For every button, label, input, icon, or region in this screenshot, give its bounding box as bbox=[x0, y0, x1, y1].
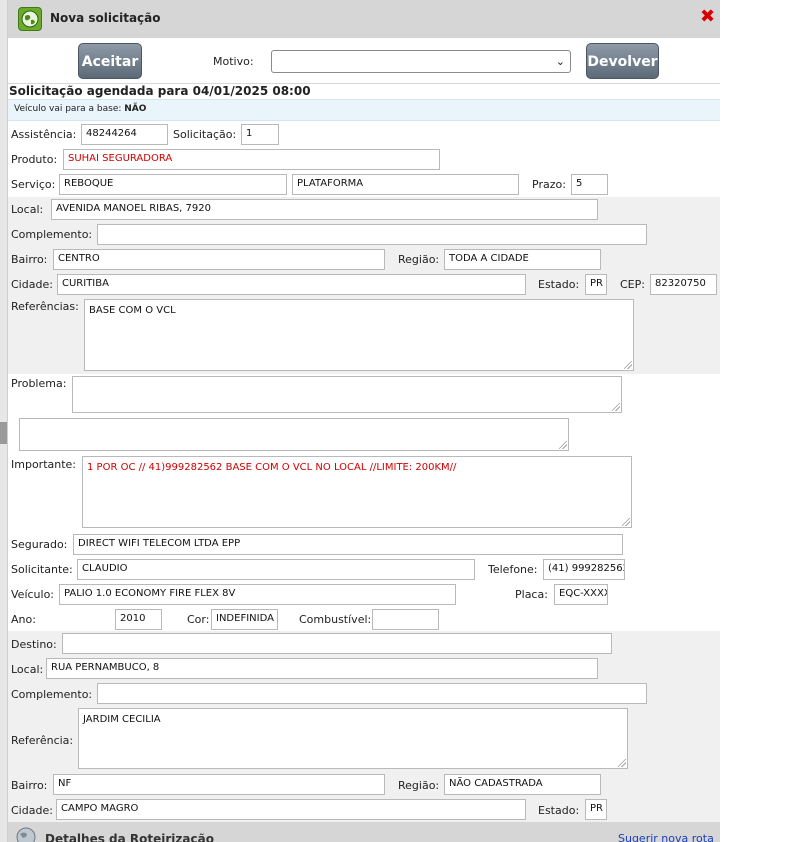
cep-label: CEP: bbox=[620, 278, 645, 291]
servico-label: Serviço: bbox=[11, 178, 56, 191]
cep-field[interactable]: 82320750 bbox=[650, 274, 717, 295]
destino-cidade-label: Cidade: bbox=[11, 804, 53, 817]
telefone-label: Telefone: bbox=[488, 563, 538, 576]
placa-label: Placa: bbox=[515, 588, 548, 601]
destino-estado-label: Estado: bbox=[538, 804, 580, 817]
accept-button[interactable]: Aceitar bbox=[78, 43, 142, 79]
globe-icon bbox=[18, 7, 42, 31]
destino-local-label: Local: bbox=[11, 663, 44, 676]
combustivel-label: Combustível: bbox=[299, 613, 372, 626]
problema-detail-textarea[interactable] bbox=[19, 418, 569, 451]
problema-textarea[interactable] bbox=[72, 376, 622, 413]
referencias-text: BASE COM O VCL bbox=[89, 305, 176, 316]
destino-cidade-field[interactable]: CAMPO MAGRO bbox=[56, 799, 526, 820]
routing-details-title: Detalhes da Roteirização bbox=[45, 832, 214, 842]
motivo-select[interactable]: ⌄ bbox=[271, 50, 571, 73]
close-icon[interactable]: ✖ bbox=[700, 8, 715, 26]
motivo-label: Motivo: bbox=[213, 55, 254, 68]
cidade-label: Cidade: bbox=[11, 278, 53, 291]
solicitacao-label: Solicitação: bbox=[173, 128, 237, 141]
solicitante-label: Solicitante: bbox=[11, 563, 73, 576]
problema-label: Problema: bbox=[11, 377, 67, 390]
local-field[interactable]: AVENIDA MANOEL RIBAS, 7920 bbox=[51, 199, 598, 220]
resize-grip-icon[interactable] bbox=[622, 518, 630, 526]
destino-complemento-label: Complemento: bbox=[11, 688, 93, 701]
prazo-field[interactable]: 5 bbox=[571, 174, 608, 195]
complemento-label: Complemento: bbox=[11, 228, 93, 241]
assistencia-field[interactable]: 48244264 bbox=[81, 124, 168, 145]
veiculo-label: Veículo: bbox=[11, 588, 55, 601]
destino-local-field[interactable]: RUA PERNAMBUCO, 8 bbox=[46, 658, 598, 679]
cor-label: Cor: bbox=[187, 613, 210, 626]
referencias-label: Referências: bbox=[11, 300, 79, 313]
destino-referencia-textarea[interactable]: JARDIM CECILIA bbox=[78, 708, 628, 769]
window-title-bar: Nova solicitação ✖ bbox=[8, 0, 720, 38]
schedule-notice: Solicitação agendada para 04/01/2025 08:… bbox=[8, 84, 720, 99]
estado-field[interactable]: PR bbox=[585, 274, 607, 295]
resize-grip-icon[interactable] bbox=[618, 759, 626, 767]
placa-field[interactable]: EQC-XXXX bbox=[554, 584, 608, 605]
destino-regiao-field[interactable]: NÃO CADASTRADA bbox=[444, 774, 601, 795]
importante-text: 1 POR OC // 41)999282562 BASE COM O VCL … bbox=[87, 462, 457, 473]
base-notice: Veículo vai para a base: NÃO bbox=[8, 99, 720, 121]
veiculo-field[interactable]: PALIO 1.0 ECONOMY FIRE FLEX 8V bbox=[59, 584, 456, 605]
produto-field[interactable]: SUHAI SEGURADORA bbox=[63, 149, 440, 170]
destino-estado-field[interactable]: PR bbox=[585, 799, 607, 820]
combustivel-field[interactable] bbox=[372, 609, 439, 630]
resize-grip-icon[interactable] bbox=[612, 403, 620, 411]
base-value: NÃO bbox=[124, 104, 147, 114]
destino-bairro-field[interactable]: NF bbox=[53, 774, 385, 795]
base-label: Veículo vai para a base: bbox=[14, 104, 122, 114]
routing-details-header: Detalhes da Roteirização Sugerir nova ro… bbox=[8, 822, 720, 842]
cor-field[interactable]: INDEFINIDA bbox=[211, 609, 278, 630]
destino-referencia-text: JARDIM CECILIA bbox=[83, 714, 161, 725]
destino-label: Destino: bbox=[11, 638, 57, 651]
complemento-field[interactable] bbox=[97, 224, 647, 245]
local-label: Local: bbox=[11, 203, 44, 216]
resize-grip-icon[interactable] bbox=[559, 441, 567, 449]
estado-label: Estado: bbox=[538, 278, 580, 291]
return-button[interactable]: Devolver bbox=[586, 43, 659, 79]
solicitacao-field[interactable]: 1 bbox=[241, 124, 279, 145]
destino-field[interactable] bbox=[62, 633, 612, 654]
destino-bairro-label: Bairro: bbox=[11, 779, 48, 792]
bairro-label: Bairro: bbox=[11, 253, 48, 266]
destino-regiao-label: Região: bbox=[398, 779, 440, 792]
window-title: Nova solicitação bbox=[50, 11, 161, 25]
ano-label: Ano: bbox=[11, 613, 36, 626]
servico-field[interactable]: REBOQUE bbox=[59, 174, 287, 195]
regiao-field[interactable]: TODA A CIDADE bbox=[444, 249, 601, 270]
action-toolbar: Aceitar Motivo: ⌄ Devolver bbox=[8, 38, 720, 84]
globe-icon bbox=[14, 825, 38, 842]
solicitante-field[interactable]: CLAUDIO bbox=[77, 559, 475, 580]
prazo-label: Prazo: bbox=[532, 178, 566, 191]
bairro-field[interactable]: CENTRO bbox=[53, 249, 385, 270]
chevron-down-icon: ⌄ bbox=[555, 55, 565, 68]
importante-textarea[interactable]: 1 POR OC // 41)999282562 BASE COM O VCL … bbox=[82, 456, 632, 528]
suggest-route-link[interactable]: Sugerir nova rota bbox=[618, 832, 714, 842]
cidade-field[interactable]: CURITIBA bbox=[57, 274, 526, 295]
servico-type-field[interactable]: PLATAFORMA bbox=[292, 174, 519, 195]
destino-referencia-label: Referência: bbox=[11, 734, 74, 747]
assistencia-label: Assistência: bbox=[11, 128, 77, 141]
resize-grip-icon[interactable] bbox=[624, 361, 632, 369]
segurado-label: Segurado: bbox=[11, 538, 68, 551]
regiao-label: Região: bbox=[398, 253, 440, 266]
segurado-field[interactable]: DIRECT WIFI TELECOM LTDA EPP bbox=[73, 534, 623, 555]
destino-complemento-field[interactable] bbox=[97, 683, 647, 704]
produto-label: Produto: bbox=[11, 153, 58, 166]
importante-label: Importante: bbox=[11, 458, 77, 471]
left-panel-handle[interactable] bbox=[0, 422, 7, 444]
left-panel-edge bbox=[0, 0, 8, 842]
ano-field[interactable]: 2010 bbox=[115, 609, 162, 630]
telefone-field[interactable]: (41) 999282562 bbox=[543, 559, 625, 580]
referencias-textarea[interactable]: BASE COM O VCL bbox=[84, 299, 634, 371]
